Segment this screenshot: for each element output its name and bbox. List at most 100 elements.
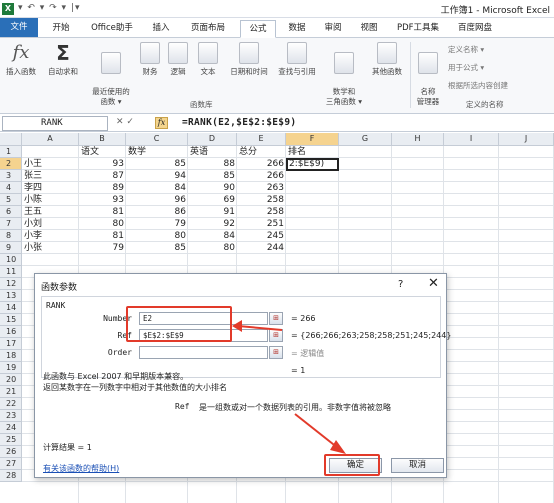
- use-in-formula-button[interactable]: 用于公式 ▾: [448, 62, 484, 73]
- row-header-17[interactable]: 17: [0, 338, 22, 350]
- cell-A9[interactable]: 小张: [22, 242, 79, 254]
- define-name-button[interactable]: 定义名称 ▾: [448, 44, 484, 55]
- cell-C4[interactable]: 84: [126, 182, 188, 194]
- active-cell-F2[interactable]: 2:$E$9): [286, 158, 339, 171]
- cell-A7[interactable]: 小刘: [22, 218, 79, 230]
- cell-D1[interactable]: 英语: [188, 146, 237, 158]
- collapse-dialog-icon[interactable]: ⊞: [269, 312, 283, 325]
- row-header-14[interactable]: 14: [0, 302, 22, 314]
- column-header-G[interactable]: G: [339, 133, 392, 146]
- cell-E1[interactable]: 总分: [237, 146, 286, 158]
- cell-A8[interactable]: 小李: [22, 230, 79, 242]
- name-box[interactable]: RANK: [2, 116, 108, 131]
- select-all-corner[interactable]: [0, 133, 22, 146]
- tab-baidu-netdisk[interactable]: 百度网盘: [452, 20, 498, 38]
- name-manager-button[interactable]: 名称 管理器: [412, 42, 444, 117]
- lookup-reference-button[interactable]: 查找与引用: [274, 42, 320, 77]
- order-input[interactable]: [139, 346, 268, 359]
- formula-input[interactable]: =RANK(E2,$E$2:$E$9): [182, 117, 296, 128]
- cell-A3[interactable]: 张三: [22, 170, 79, 182]
- cell-C5[interactable]: 96: [126, 194, 188, 206]
- row-header-10[interactable]: 10: [0, 254, 22, 266]
- tab-home[interactable]: 开始: [44, 20, 78, 38]
- cell-A4[interactable]: 李四: [22, 182, 79, 194]
- column-header-D[interactable]: D: [188, 133, 237, 146]
- collapse-dialog-icon[interactable]: ⊞: [269, 329, 283, 342]
- cell-E7[interactable]: 251: [237, 218, 286, 230]
- row-header-28[interactable]: 28: [0, 470, 22, 482]
- tab-data[interactable]: 数据: [282, 20, 312, 38]
- cell-C8[interactable]: 80: [126, 230, 188, 242]
- row-header-6[interactable]: 6: [0, 206, 22, 218]
- column-header-J[interactable]: J: [499, 133, 554, 146]
- cell-D6[interactable]: 91: [188, 206, 237, 218]
- cell-D4[interactable]: 90: [188, 182, 237, 194]
- help-icon[interactable]: ?: [398, 279, 403, 290]
- row-header-23[interactable]: 23: [0, 410, 22, 422]
- column-header-F[interactable]: F: [286, 133, 339, 146]
- tab-review[interactable]: 审阅: [318, 20, 348, 38]
- row-header-5[interactable]: 5: [0, 194, 22, 206]
- cell-A2[interactable]: 小王: [22, 158, 79, 170]
- row-header-21[interactable]: 21: [0, 386, 22, 398]
- cell-F1[interactable]: 排名: [286, 146, 339, 158]
- row-header-26[interactable]: 26: [0, 446, 22, 458]
- cell-D9[interactable]: 80: [188, 242, 237, 254]
- insert-function-fx-icon[interactable]: fx: [155, 117, 168, 129]
- cancel-icon[interactable]: ✕: [116, 117, 124, 127]
- insert-function-button[interactable]: fx 插入函数: [2, 42, 40, 77]
- cell-D5[interactable]: 69: [188, 194, 237, 206]
- row-header-2[interactable]: 2: [0, 158, 22, 170]
- cell-B9[interactable]: 79: [79, 242, 126, 254]
- column-header-A[interactable]: A: [22, 133, 79, 146]
- row-header-7[interactable]: 7: [0, 218, 22, 230]
- cell-B3[interactable]: 87: [79, 170, 126, 182]
- cell-D7[interactable]: 92: [188, 218, 237, 230]
- collapse-dialog-icon[interactable]: ⊞: [269, 346, 283, 359]
- autosum-button[interactable]: Σ 自动求和: [44, 42, 82, 77]
- row-header-1[interactable]: 1: [0, 146, 22, 158]
- row-header-9[interactable]: 9: [0, 242, 22, 254]
- cell-E8[interactable]: 245: [237, 230, 286, 242]
- column-header-H[interactable]: H: [392, 133, 444, 146]
- cell-C2[interactable]: 85: [126, 158, 188, 170]
- row-header-18[interactable]: 18: [0, 350, 22, 362]
- cell-C7[interactable]: 79: [126, 218, 188, 230]
- cell-C9[interactable]: 85: [126, 242, 188, 254]
- tab-insert[interactable]: 插入: [146, 20, 176, 38]
- row-header-22[interactable]: 22: [0, 398, 22, 410]
- row-header-16[interactable]: 16: [0, 326, 22, 338]
- math-trig-button[interactable]: 数学和 三角函数 ▾: [322, 42, 366, 117]
- excel-logo-icon[interactable]: X: [2, 3, 14, 15]
- cell-C3[interactable]: 94: [126, 170, 188, 182]
- cell-E9[interactable]: 244: [237, 242, 286, 254]
- quick-access-toolbar[interactable]: ▾ ↶ ▾ ↷ ▾ |▾: [18, 3, 81, 13]
- column-header-E[interactable]: E: [237, 133, 286, 146]
- cancel-button[interactable]: 取消: [391, 458, 444, 473]
- tab-office-assistant[interactable]: Office助手: [84, 20, 140, 38]
- cell-A6[interactable]: 王五: [22, 206, 79, 218]
- cell-E3[interactable]: 266: [237, 170, 286, 182]
- row-header-8[interactable]: 8: [0, 230, 22, 242]
- cell-B7[interactable]: 80: [79, 218, 126, 230]
- row-header-27[interactable]: 27: [0, 458, 22, 470]
- close-icon[interactable]: ✕: [428, 276, 439, 291]
- row-header-4[interactable]: 4: [0, 182, 22, 194]
- recent-functions-button[interactable]: 最近使用的 函数 ▾: [86, 42, 136, 117]
- column-header-I[interactable]: I: [444, 133, 499, 146]
- cell-D2[interactable]: 88: [188, 158, 237, 170]
- date-time-button[interactable]: 日期和时间: [226, 42, 272, 77]
- row-header-20[interactable]: 20: [0, 374, 22, 386]
- row-header-11[interactable]: 11: [0, 266, 22, 278]
- cell-E6[interactable]: 258: [237, 206, 286, 218]
- tab-page-layout[interactable]: 页面布局: [182, 20, 234, 38]
- row-header-3[interactable]: 3: [0, 170, 22, 182]
- text-button[interactable]: 文本: [196, 42, 220, 77]
- row-header-25[interactable]: 25: [0, 434, 22, 446]
- cell-C1[interactable]: 数学: [126, 146, 188, 158]
- tab-formulas[interactable]: 公式: [240, 20, 276, 38]
- more-functions-button[interactable]: 其他函数: [366, 42, 408, 77]
- row-header-24[interactable]: 24: [0, 422, 22, 434]
- cell-B8[interactable]: 81: [79, 230, 126, 242]
- cell-B5[interactable]: 93: [79, 194, 126, 206]
